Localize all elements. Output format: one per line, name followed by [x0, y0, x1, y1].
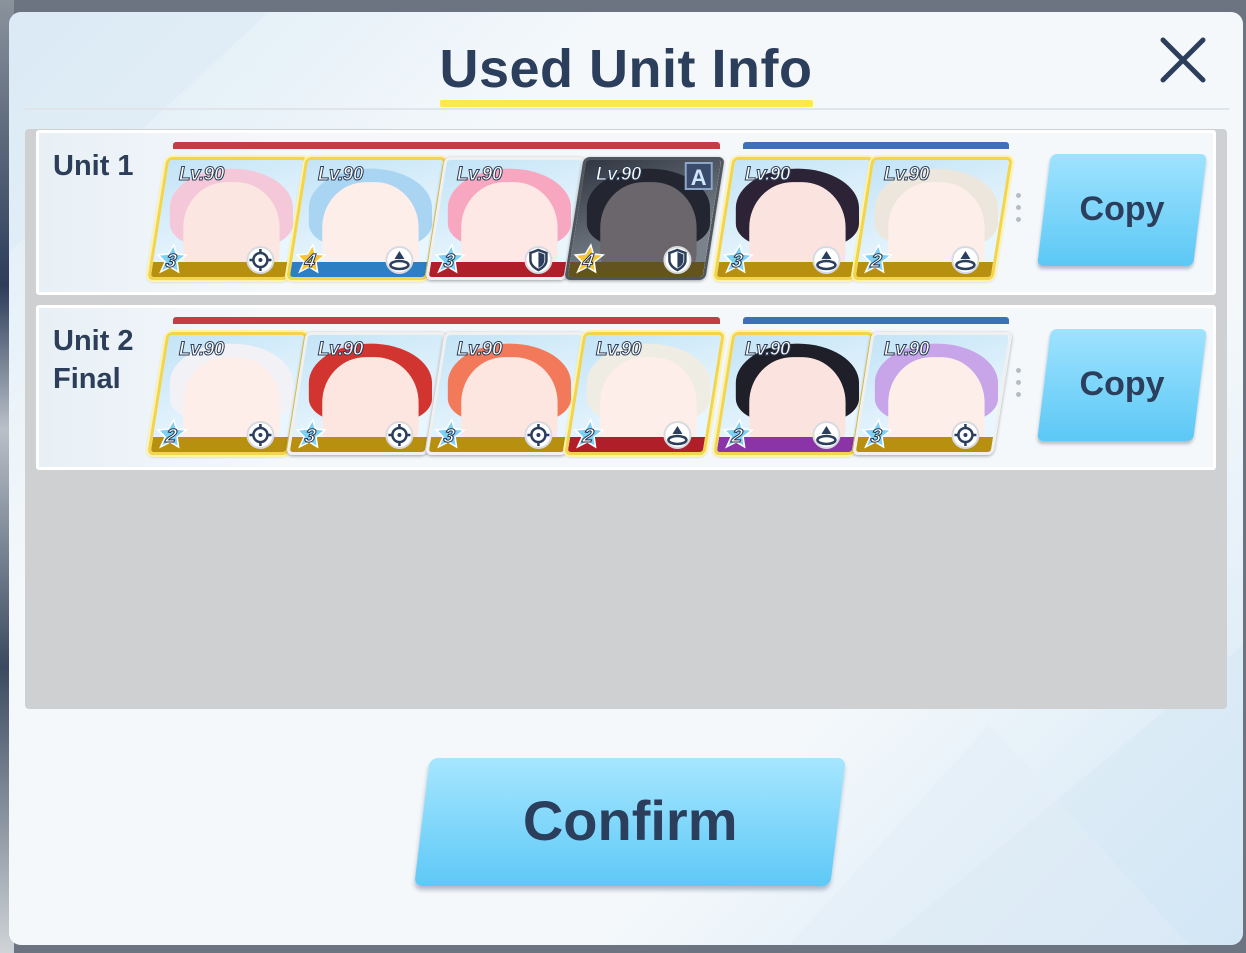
- student-card[interactable]: Lv.90 3: [852, 332, 1013, 455]
- unit-row-2: Unit 2 Final Lv.90 2 Lv.90 3 Lv.90 3 Lv.90 2 Lv.…: [36, 305, 1216, 470]
- copy-button[interactable]: Copy: [1037, 154, 1207, 266]
- level-label: Lv.90: [744, 164, 790, 186]
- student-card[interactable]: Lv.90 3: [147, 157, 308, 280]
- level-label: Lv.90: [595, 164, 641, 186]
- unit-row-1: Unit 1 Lv.90 3 Lv.90 4 Lv.90 3 A Lv.90 4 Lv.90 3 Lv…: [36, 130, 1216, 295]
- decor-triangle: [789, 725, 1189, 945]
- shield-icon: [663, 246, 692, 274]
- confirm-button[interactable]: Confirm: [414, 758, 846, 886]
- level-label: Lv.90: [178, 339, 224, 361]
- support-icon: [663, 421, 692, 449]
- more-dots-icon: [1016, 193, 1021, 239]
- star-count: 4: [303, 251, 318, 273]
- student-card[interactable]: Lv.90 2: [852, 157, 1013, 280]
- student-card[interactable]: Lv.90 4: [286, 157, 447, 280]
- crosshair-icon: [246, 421, 275, 449]
- crosshair-icon: [524, 421, 553, 449]
- support-icon: [951, 246, 980, 274]
- header-divider: [23, 108, 1229, 110]
- level-label: Lv.90: [595, 339, 641, 361]
- level-label: Lv.90: [178, 164, 224, 186]
- level-label: Lv.90: [317, 164, 363, 186]
- copy-button-label: Copy: [1079, 365, 1165, 403]
- special-team-bar: [743, 317, 1009, 324]
- striker-team-bar: [173, 317, 720, 324]
- confirm-button-label: Confirm: [522, 789, 738, 852]
- special-team-bar: [743, 142, 1009, 149]
- star-count: 2: [869, 251, 884, 273]
- dialog-header: Used Unit Info: [9, 12, 1243, 110]
- unit-label: Unit 2 Final: [53, 322, 134, 398]
- copy-button[interactable]: Copy: [1037, 329, 1207, 441]
- star-count: 3: [303, 426, 318, 448]
- dialog-title: Used Unit Info: [439, 39, 813, 99]
- star-count: 3: [164, 251, 179, 273]
- star-count: 3: [442, 426, 457, 448]
- star-count: 2: [164, 426, 179, 448]
- student-card[interactable]: Lv.90 2: [713, 332, 874, 455]
- student-card[interactable]: A Lv.90 4: [564, 157, 725, 280]
- unit-label: Unit 1: [53, 147, 134, 185]
- striker-team-bar: [173, 142, 720, 149]
- star-count: 3: [869, 426, 884, 448]
- level-label: Lv.90: [744, 339, 790, 361]
- star-count: 4: [581, 251, 596, 273]
- student-card[interactable]: Lv.90 3: [286, 332, 447, 455]
- level-label: Lv.90: [317, 339, 363, 361]
- crosshair-icon: [246, 246, 275, 274]
- support-icon: [385, 246, 414, 274]
- student-card[interactable]: Lv.90 2: [147, 332, 308, 455]
- star-count: 2: [730, 426, 745, 448]
- level-label: Lv.90: [456, 339, 502, 361]
- level-label: Lv.90: [456, 164, 502, 186]
- level-label: Lv.90: [883, 339, 929, 361]
- shield-icon: [524, 246, 553, 274]
- close-button[interactable]: [1155, 32, 1211, 88]
- title-underline: [440, 100, 813, 107]
- close-x-icon: [1160, 37, 1206, 83]
- star-count: 3: [442, 251, 457, 273]
- level-label: Lv.90: [883, 164, 929, 186]
- assist-badge: A: [684, 162, 713, 190]
- used-unit-info-dialog: Used Unit Info Unit 1 Lv.90 3 Lv.90 4 Lv.90 3…: [9, 12, 1243, 945]
- student-card[interactable]: Lv.90 3: [425, 332, 586, 455]
- star-count: 2: [581, 426, 596, 448]
- support-icon: [812, 246, 841, 274]
- crosshair-icon: [385, 421, 414, 449]
- student-card[interactable]: Lv.90 3: [425, 157, 586, 280]
- unit-sublabel: Final: [53, 363, 121, 395]
- more-dots-icon: [1016, 368, 1021, 414]
- student-card[interactable]: Lv.90 3: [713, 157, 874, 280]
- copy-button-label: Copy: [1079, 190, 1165, 228]
- unit-name: Unit 2: [53, 325, 134, 357]
- support-icon: [812, 421, 841, 449]
- crosshair-icon: [951, 421, 980, 449]
- unit-name: Unit 1: [53, 150, 134, 182]
- student-card[interactable]: Lv.90 2: [564, 332, 725, 455]
- star-count: 3: [730, 251, 745, 273]
- units-panel: Unit 1 Lv.90 3 Lv.90 4 Lv.90 3 A Lv.90 4 Lv.90 3 Lv…: [25, 129, 1227, 709]
